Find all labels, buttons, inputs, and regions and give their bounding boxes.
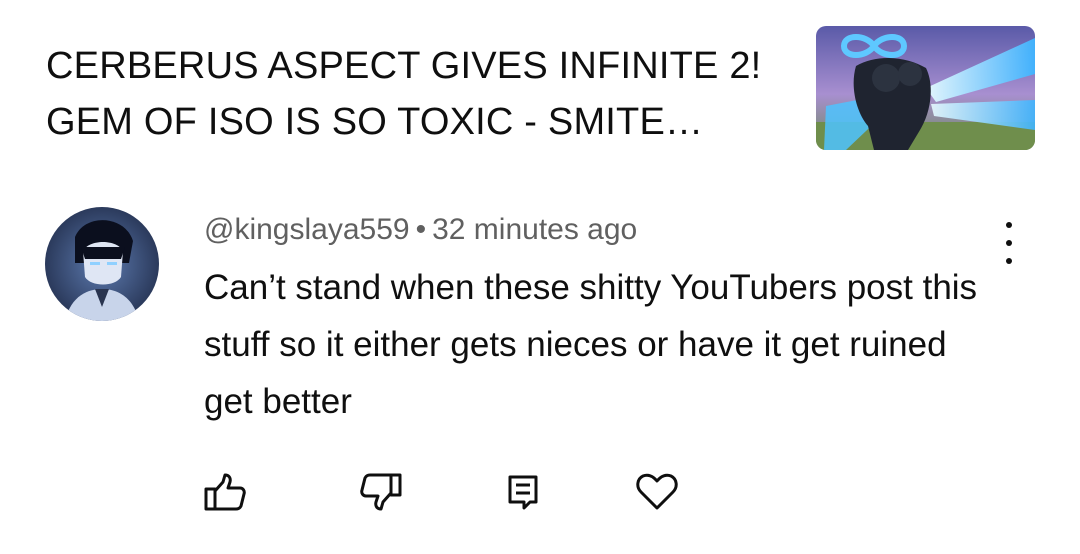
comment-time: 32 minutes ago bbox=[432, 213, 638, 246]
comment-author[interactable]: @kingslaya559 bbox=[204, 213, 410, 246]
reply-icon[interactable] bbox=[500, 470, 546, 514]
thumbs-up-icon[interactable] bbox=[202, 470, 248, 514]
thumbs-down-icon[interactable] bbox=[358, 470, 404, 514]
comment-meta: @kingslaya559 • 32 minutes ago bbox=[204, 210, 637, 250]
heart-icon[interactable] bbox=[634, 470, 680, 514]
video-title[interactable]: CERBERUS ASPECT GIVES INFINITE 2! GEM OF… bbox=[46, 38, 806, 150]
meta-separator: • bbox=[415, 213, 427, 246]
comment-text: Can’t stand when these shitty YouTubers … bbox=[204, 268, 978, 421]
avatar[interactable] bbox=[45, 207, 159, 321]
video-thumbnail[interactable] bbox=[816, 26, 1035, 150]
comment-page: CERBERUS ASPECT GIVES INFINITE 2! GEM OF… bbox=[0, 0, 1080, 554]
comment-actions bbox=[0, 470, 1080, 514]
